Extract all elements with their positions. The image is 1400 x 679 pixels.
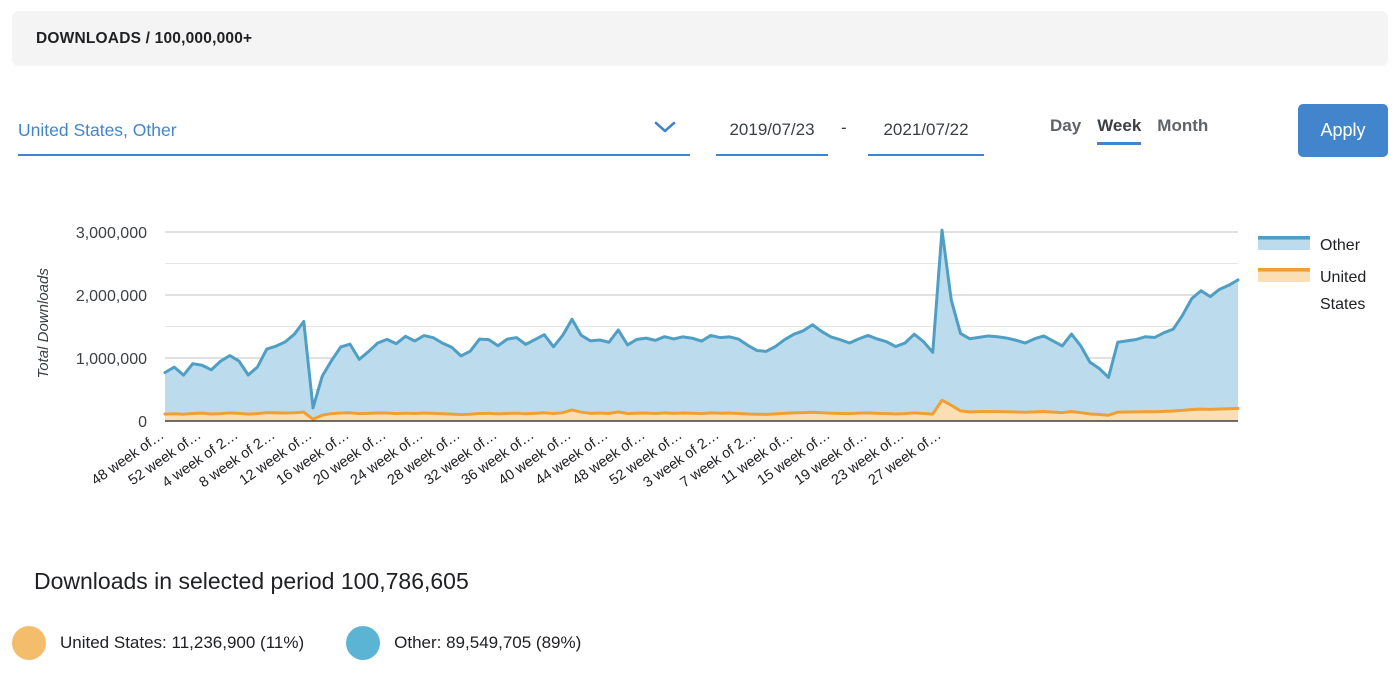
granularity-option-month[interactable]: Month <box>1157 116 1208 145</box>
granularity-option-day[interactable]: Day <box>1050 116 1081 145</box>
y-axis-tick-label: 3,000,000 <box>76 225 147 242</box>
apply-button[interactable]: Apply <box>1298 104 1388 157</box>
summary-dot-us <box>12 626 46 660</box>
date-end-input[interactable]: 2021/07/22 <box>868 106 984 156</box>
legend-label: United <box>1320 269 1366 286</box>
legend-item-united-states[interactable]: United States <box>1258 268 1366 313</box>
granularity-toggle: Day Week Month <box>1050 116 1208 145</box>
country-select[interactable]: United States, Other <box>18 106 690 156</box>
summary-label-us: United States: 11,236,900 (11%) <box>60 633 304 653</box>
downloads-area-chart: 0 1,000,000 2,000,000 3,000,000 Total Downlo… <box>0 196 1400 546</box>
downloads-header-bar: DOWNLOADS / 100,000,000+ <box>12 11 1388 66</box>
legend-label: Other <box>1320 237 1361 254</box>
legend-swatch-line <box>1258 268 1310 272</box>
summary-dot-other <box>346 626 380 660</box>
summary-total-label: Downloads in selected period 100,786,605 <box>34 568 469 595</box>
chevron-down-icon[interactable] <box>654 120 676 134</box>
summary-legend: United States: 11,236,900 (11%) Other: 8… <box>12 626 581 660</box>
area-series-other <box>165 230 1238 419</box>
y-axis-title: Total Downloads <box>35 268 52 379</box>
filter-controls: United States, Other 2019/07/23 - 2021/0… <box>0 96 1400 172</box>
legend-item-other[interactable]: Other <box>1258 236 1361 254</box>
date-range-separator: - <box>841 118 847 138</box>
granularity-option-week[interactable]: Week <box>1097 116 1141 145</box>
chart-canvas: 0 1,000,000 2,000,000 3,000,000 Total Downlo… <box>0 196 1400 546</box>
y-axis-tick-label: 1,000,000 <box>76 351 147 368</box>
country-select-value: United States, Other <box>18 120 177 141</box>
legend-swatch-line <box>1258 236 1310 240</box>
date-start-input[interactable]: 2019/07/23 <box>716 106 828 156</box>
summary-legend-item-other: Other: 89,549,705 (89%) <box>346 626 581 660</box>
summary-label-other: Other: 89,549,705 (89%) <box>394 633 581 653</box>
y-axis-tick-label: 2,000,000 <box>76 288 147 305</box>
y-axis-tick-label: 0 <box>138 414 147 431</box>
summary-legend-item-us: United States: 11,236,900 (11%) <box>12 626 304 660</box>
page-title: DOWNLOADS / 100,000,000+ <box>36 30 252 48</box>
legend-label: States <box>1320 296 1365 313</box>
